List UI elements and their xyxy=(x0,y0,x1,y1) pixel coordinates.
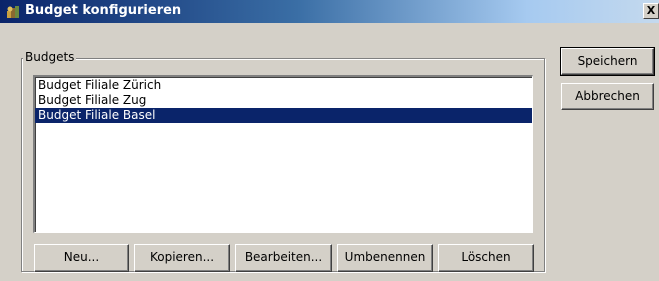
title-bar[interactable]: Budget konfigurieren X xyxy=(0,0,659,23)
new-button[interactable]: Neu... xyxy=(34,244,129,272)
cancel-button[interactable]: Abbrechen xyxy=(561,83,654,110)
close-button[interactable]: X xyxy=(643,3,659,19)
budget-list-item[interactable]: Budget Filiale Zug xyxy=(35,93,532,108)
rename-button[interactable]: Umbenennen xyxy=(337,244,433,272)
save-button[interactable]: Speichern xyxy=(560,47,655,76)
window-title: Budget konfigurieren xyxy=(25,3,182,18)
budget-app-icon xyxy=(7,6,19,18)
budget-listbox[interactable]: Budget Filiale Zürich Budget Filiale Zug… xyxy=(33,75,533,233)
budget-list-item[interactable]: Budget Filiale Zürich xyxy=(35,78,532,93)
copy-button[interactable]: Kopieren... xyxy=(134,244,230,272)
close-icon: X xyxy=(646,4,656,17)
budgets-group-label: Budgets xyxy=(23,50,77,65)
edit-button[interactable]: Bearbeiten... xyxy=(235,244,332,272)
delete-button[interactable]: Löschen xyxy=(438,244,534,272)
budget-list-item-selected[interactable]: Budget Filiale Basel xyxy=(35,108,532,123)
